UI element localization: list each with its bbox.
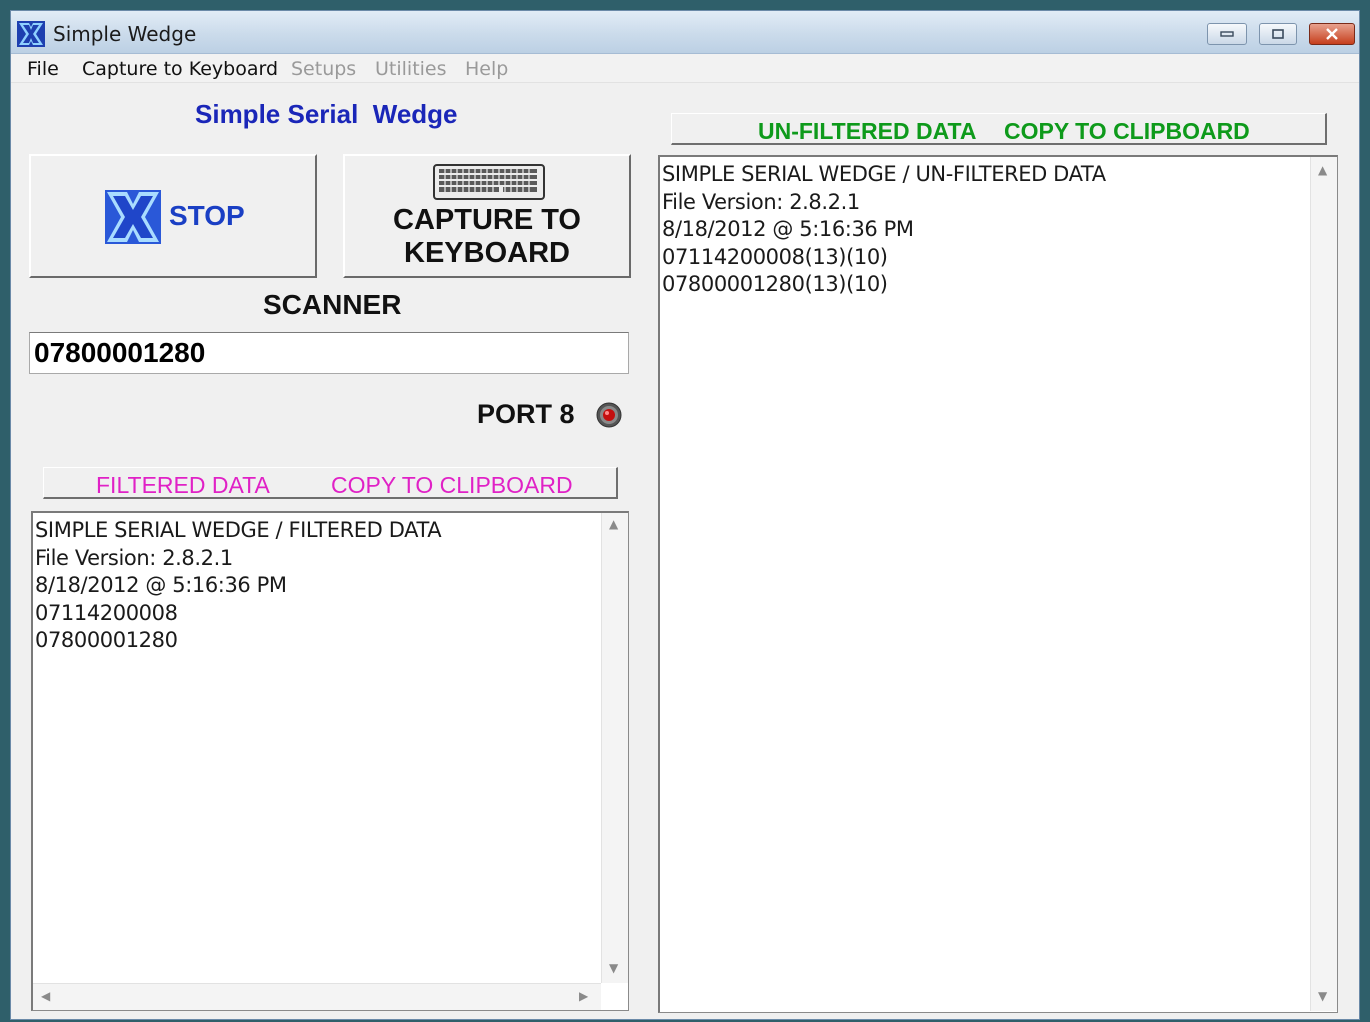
close-button[interactable] (1309, 23, 1355, 45)
unfiltered-line: 8/18/2012 @ 5:16:36 PM (662, 217, 914, 241)
filtered-header-button[interactable]: FILTERED DATA COPY TO CLIPBOARD (43, 467, 618, 499)
stop-x-icon (105, 190, 161, 244)
filtered-line: 07800001280 (35, 628, 178, 652)
scanner-label: SCANNER (263, 289, 402, 320)
app-icon (17, 21, 45, 47)
keyboard-icon (433, 164, 545, 200)
scroll-right-arrow-icon[interactable]: ▶ (579, 989, 588, 1003)
menu-bar: File Capture to Keyboard Setups Utilitie… (11, 54, 1359, 83)
filtered-line: File Version: 2.8.2.1 (35, 545, 233, 570)
minimize-icon (1220, 31, 1234, 37)
menu-setups[interactable]: Setups (291, 58, 356, 80)
menu-utilities[interactable]: Utilities (375, 58, 447, 80)
capture-label: CAPTURE TO KEYBOARD (393, 204, 581, 269)
menu-help[interactable]: Help (465, 58, 508, 80)
unfiltered-data-textbox[interactable]: SIMPLE SERIAL WEDGE / UN-FILTERED DATA F… (658, 155, 1338, 1013)
scroll-down-arrow-icon[interactable]: ▼ (1318, 989, 1327, 1003)
unfiltered-data-lines: SIMPLE SERIAL WEDGE / UN-FILTERED DATA F… (662, 161, 1106, 299)
unfiltered-header-button[interactable]: UN-FILTERED DATA COPY TO CLIPBOARD (671, 113, 1327, 145)
restore-button[interactable] (1259, 23, 1297, 45)
menu-capture-to-keyboard[interactable]: Capture to Keyboard (82, 58, 278, 80)
minimize-button[interactable] (1207, 23, 1247, 45)
scroll-up-arrow-icon[interactable]: ▲ (609, 517, 618, 531)
unfiltered-line: 07800001280(13)(10) (662, 272, 888, 296)
window-title: Simple Wedge (53, 22, 197, 46)
app-window: Simple Wedge File Capture to Keyboard Se… (10, 10, 1360, 1020)
filtered-line: SIMPLE SERIAL WEDGE / FILTERED DATA (35, 518, 442, 542)
close-icon (1326, 28, 1338, 40)
stop-label: STOP (169, 200, 245, 231)
app-heading: Simple Serial Wedge (195, 99, 458, 129)
unfiltered-vertical-scrollbar[interactable]: ▲ ▼ (1310, 157, 1337, 1011)
scroll-up-arrow-icon[interactable]: ▲ (1318, 163, 1327, 177)
filtered-line: 07114200008 (35, 600, 178, 625)
unfiltered-data-title: UN-FILTERED DATA (758, 118, 977, 144)
unfiltered-line: 07114200008(13)(10) (662, 244, 888, 269)
unfiltered-copy-to-clipboard[interactable]: COPY TO CLIPBOARD (1004, 118, 1250, 145)
filtered-copy-to-clipboard[interactable]: COPY TO CLIPBOARD (331, 472, 573, 499)
filtered-vertical-scrollbar[interactable]: ▲ ▼ (601, 513, 628, 983)
filtered-horizontal-scrollbar[interactable]: ◀ ▶ (33, 983, 601, 1010)
scroll-down-arrow-icon[interactable]: ▼ (609, 961, 618, 975)
port-label: PORT 8 (477, 399, 575, 429)
capture-to-keyboard-button[interactable]: CAPTURE TO KEYBOARD (343, 154, 631, 278)
filtered-data-title: FILTERED DATA (96, 472, 270, 498)
menu-file[interactable]: File (27, 58, 59, 80)
title-bar[interactable]: Simple Wedge (11, 11, 1359, 54)
unfiltered-line: SIMPLE SERIAL WEDGE / UN-FILTERED DATA (662, 162, 1106, 186)
restore-icon (1272, 29, 1284, 39)
scroll-left-arrow-icon[interactable]: ◀ (41, 989, 50, 1003)
filtered-line: 8/18/2012 @ 5:16:36 PM (35, 573, 287, 597)
port-status-led-icon (596, 402, 622, 428)
unfiltered-line: File Version: 2.8.2.1 (662, 189, 860, 214)
filtered-data-textbox[interactable]: SIMPLE SERIAL WEDGE / FILTERED DATA File… (31, 511, 629, 1011)
scanner-input[interactable]: 07800001280 (29, 332, 629, 374)
stop-button[interactable]: STOP (29, 154, 317, 278)
filtered-data-lines: SIMPLE SERIAL WEDGE / FILTERED DATA File… (35, 517, 442, 655)
